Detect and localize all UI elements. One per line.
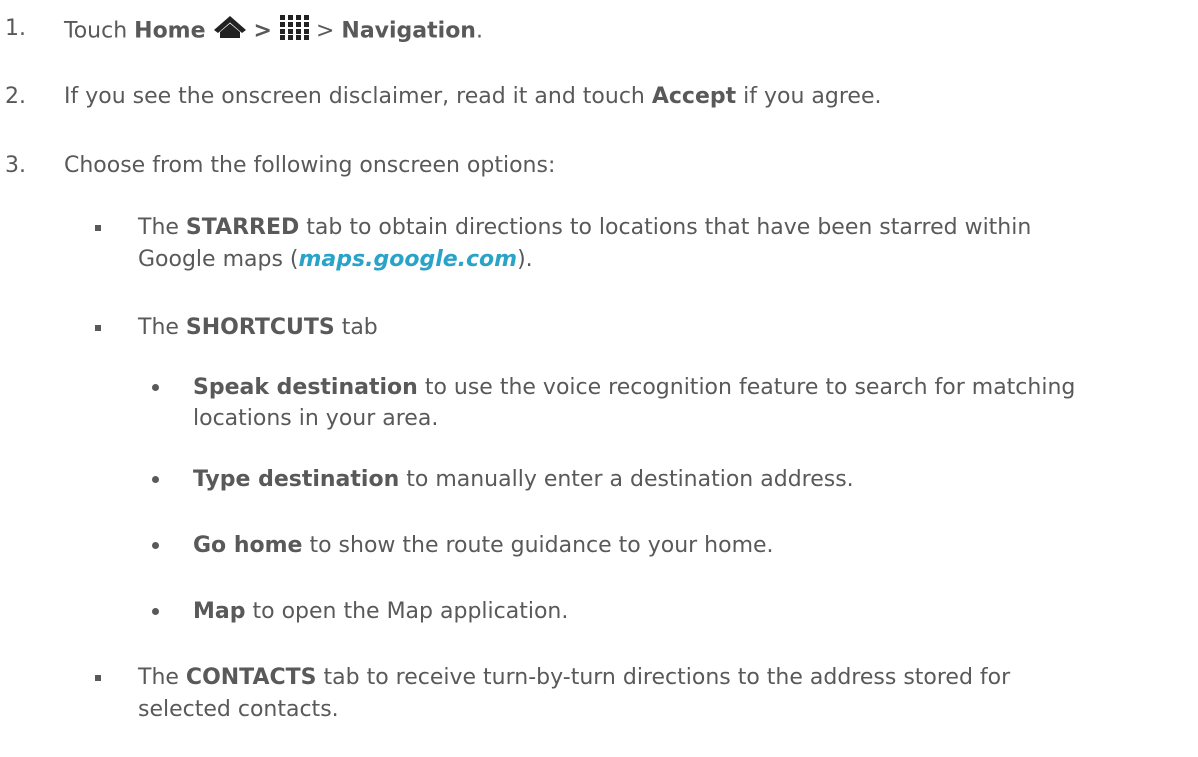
step-2-text: If you see the onscreen disclaimer, read… [64,82,882,112]
shortcut-label: Type destination [193,467,400,492]
option-text-post: tab to receive turn-by-turn directions t… [323,665,1011,690]
option-text: The SHORTCUTS tab [138,313,378,343]
punctuation: . [475,18,483,44]
step-text: If you see the onscreen disclaimer, read… [64,84,645,109]
square-bullet-icon [95,325,101,331]
round-bullet-icon [152,384,159,391]
shortcut-text: Go home to show the route guidance to yo… [193,531,774,561]
accept-label: Accept [651,84,737,109]
separator: > [315,18,335,44]
round-bullet-icon [152,476,159,483]
contacts-tab-label: CONTACTS [185,665,317,690]
shortcut-label: Map [193,599,246,624]
starred-tab-label: STARRED [185,215,300,240]
step-3-text: Choose from the following onscreen optio… [64,153,556,178]
step-text: if you agree. [743,84,882,109]
home-label: Home [134,18,206,44]
option-text-post: tab to obtain directions to locations th… [306,215,1032,240]
navigation-label: Navigation [341,18,476,44]
shortcut-text: Speak destination to use the voice recog… [193,373,1075,403]
option-text-post: tab [341,315,378,340]
step-number: 3. [5,153,26,178]
shortcut-text-line2: locations in your area. [193,406,439,431]
option-text: The STARRED tab to obtain directions to … [138,213,1031,243]
shortcut-label: Go home [193,533,303,558]
option-text-post: ). [517,247,533,272]
round-bullet-icon [152,608,159,615]
step-1-text: Touch Home > > Navigation. [64,14,483,49]
home-icon [213,15,247,48]
option-text-line2: Google maps (maps.google.com). [138,245,533,275]
option-text-pre: The [138,665,179,690]
square-bullet-icon [95,225,101,231]
apps-grid-icon [279,14,309,49]
shortcut-text: Type destination to manually enter a des… [193,465,854,495]
round-bullet-icon [152,542,159,549]
step-number: 1. [5,16,26,41]
shortcut-description: to show the route guidance to your home. [309,533,774,558]
separator: > [253,18,272,44]
maps-link[interactable]: maps.google.com [299,247,518,272]
option-text-line2: selected contacts. [138,697,339,722]
option-text-pre: The [138,315,179,340]
shortcut-label: Speak destination [193,375,418,400]
step-text: Touch [64,18,128,44]
shortcuts-tab-label: SHORTCUTS [185,315,335,340]
option-text: The CONTACTS tab to receive turn-by-turn… [138,663,1010,693]
option-text-pre: The [138,215,179,240]
square-bullet-icon [95,675,101,681]
option-text-pre: Google maps ( [138,247,299,272]
shortcut-description: to use the voice recognition feature to … [424,375,1076,400]
shortcut-description: to manually enter a destination address. [406,467,854,492]
shortcut-description: to open the Map application. [252,599,569,624]
shortcut-text: Map to open the Map application. [193,597,568,627]
step-number: 2. [5,84,26,109]
